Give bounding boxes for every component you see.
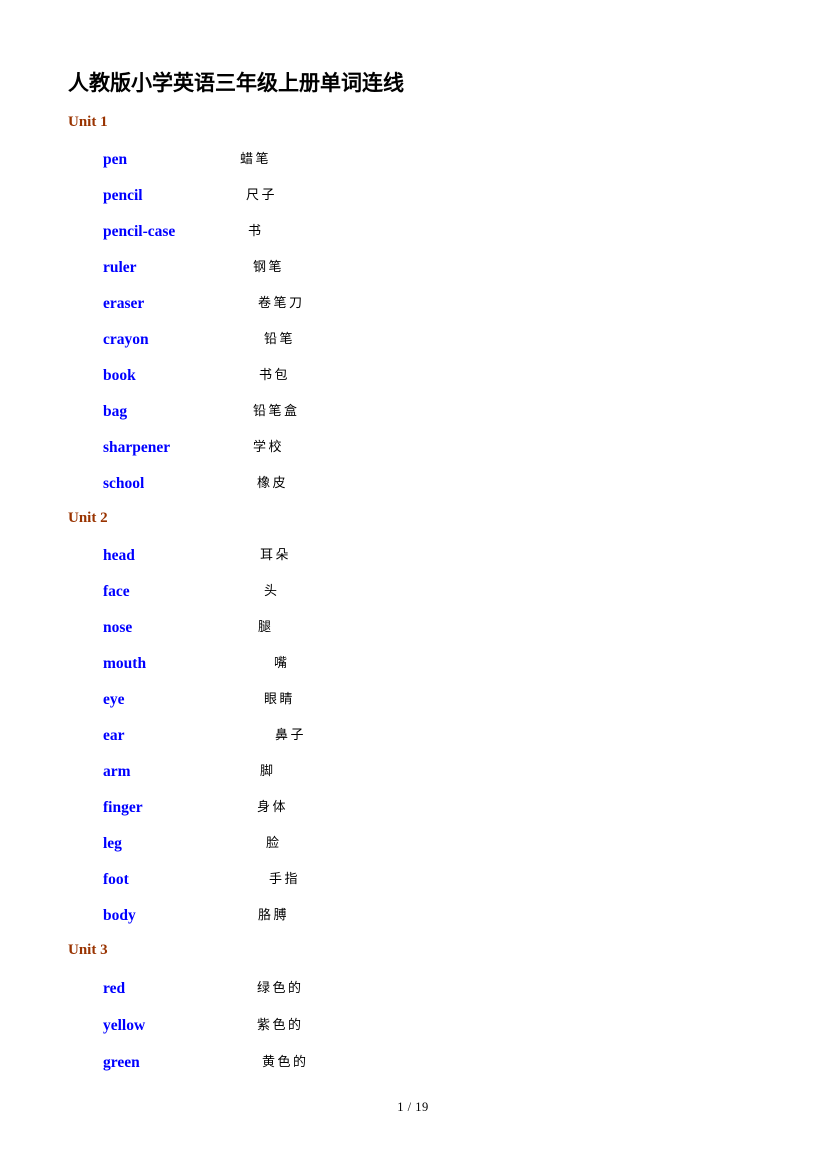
- english-word[interactable]: yellow: [103, 1007, 145, 1044]
- english-word[interactable]: arm: [103, 754, 131, 790]
- word-pair-row: mouth 嘴: [68, 646, 758, 682]
- unit-block: Unit 2 head 耳朵 face 头 nose 腿 mouth 嘴 eye 眼睛 ear 鼻子 ar…: [68, 508, 758, 934]
- word-list: head 耳朵 face 头 nose 腿 mouth 嘴 eye 眼睛 ear 鼻子 arm 脚 fing…: [68, 538, 758, 934]
- english-word[interactable]: eye: [103, 682, 125, 718]
- word-pair-row: ruler 钢笔: [68, 250, 758, 286]
- word-pair-row: red 绿色的: [68, 970, 758, 1007]
- chinese-word[interactable]: 书: [248, 214, 264, 250]
- chinese-word[interactable]: 铅笔: [264, 322, 295, 358]
- chinese-word[interactable]: 卷笔刀: [258, 286, 305, 322]
- word-pair-row: bag 铅笔盒: [68, 394, 758, 430]
- word-pair-row: face 头: [68, 574, 758, 610]
- word-list: red 绿色的 yellow 紫色的 green 黄色的: [68, 970, 758, 1081]
- word-pair-row: finger 身体: [68, 790, 758, 826]
- english-word[interactable]: ruler: [103, 250, 137, 286]
- chinese-word[interactable]: 蜡笔: [240, 142, 271, 178]
- word-list: pen 蜡笔 pencil 尺子 pencil-case 书 ruler 钢笔 eraser 卷笔…: [68, 142, 758, 502]
- chinese-word[interactable]: 手指: [269, 862, 300, 898]
- chinese-word[interactable]: 鼻子: [275, 718, 306, 754]
- english-word[interactable]: pen: [103, 142, 127, 178]
- english-word[interactable]: sharpener: [103, 430, 170, 466]
- word-pair-row: nose 腿: [68, 610, 758, 646]
- english-word[interactable]: finger: [103, 790, 143, 826]
- word-pair-row: leg 脸: [68, 826, 758, 862]
- chinese-word[interactable]: 紫色的: [257, 1007, 304, 1044]
- word-pair-row: yellow 紫色的: [68, 1007, 758, 1044]
- english-word[interactable]: foot: [103, 862, 129, 898]
- chinese-word[interactable]: 身体: [257, 790, 288, 826]
- chinese-word[interactable]: 黄色的: [262, 1044, 309, 1081]
- english-word[interactable]: mouth: [103, 646, 146, 682]
- units-container: Unit 1 pen 蜡笔 pencil 尺子 pencil-case 书 ruler 钢笔 er…: [68, 112, 758, 1081]
- page-title: 人教版小学英语三年级上册单词连线: [68, 72, 404, 95]
- unit-block: Unit 3 red 绿色的 yellow 紫色的 green 黄色的: [68, 940, 758, 1081]
- english-word[interactable]: eraser: [103, 286, 144, 322]
- document-page: 人教版小学英语三年级上册单词连线 Unit 1 pen 蜡笔 pencil 尺子 penc…: [0, 0, 826, 1169]
- chinese-word[interactable]: 腿: [258, 610, 274, 646]
- word-pair-row: school 橡皮: [68, 466, 758, 502]
- english-word[interactable]: leg: [103, 826, 122, 862]
- word-pair-row: pen 蜡笔: [68, 142, 758, 178]
- english-word[interactable]: body: [103, 898, 136, 934]
- english-word[interactable]: school: [103, 466, 144, 502]
- chinese-word[interactable]: 嘴: [274, 646, 290, 682]
- chinese-word[interactable]: 学校: [253, 430, 284, 466]
- chinese-word[interactable]: 尺子: [246, 178, 277, 214]
- chinese-word[interactable]: 书包: [259, 358, 290, 394]
- english-word[interactable]: red: [103, 970, 125, 1007]
- english-word[interactable]: face: [103, 574, 130, 610]
- word-pair-row: foot 手指: [68, 862, 758, 898]
- chinese-word[interactable]: 头: [264, 574, 280, 610]
- word-pair-row: pencil 尺子: [68, 178, 758, 214]
- chinese-word[interactable]: 耳朵: [260, 538, 291, 574]
- chinese-word[interactable]: 铅笔盒: [253, 394, 300, 430]
- chinese-word[interactable]: 脚: [260, 754, 276, 790]
- word-pair-row: eye 眼睛: [68, 682, 758, 718]
- word-pair-row: eraser 卷笔刀: [68, 286, 758, 322]
- chinese-word[interactable]: 橡皮: [257, 466, 288, 502]
- page-number-text: 1 / 19: [397, 1100, 429, 1114]
- word-pair-row: body 胳膊: [68, 898, 758, 934]
- word-pair-row: pencil-case 书: [68, 214, 758, 250]
- english-word[interactable]: nose: [103, 610, 132, 646]
- word-pair-row: head 耳朵: [68, 538, 758, 574]
- unit-heading: Unit 3: [68, 942, 108, 958]
- page-footer: 1 / 19: [0, 1100, 826, 1115]
- word-pair-row: sharpener 学校: [68, 430, 758, 466]
- english-word[interactable]: pencil: [103, 178, 143, 214]
- chinese-word[interactable]: 胳膊: [258, 898, 289, 934]
- english-word[interactable]: green: [103, 1044, 140, 1081]
- english-word[interactable]: pencil-case: [103, 214, 175, 250]
- english-word[interactable]: crayon: [103, 322, 149, 358]
- chinese-word[interactable]: 脸: [266, 826, 282, 862]
- document-content: 人教版小学英语三年级上册单词连线 Unit 1 pen 蜡笔 pencil 尺子 penc…: [68, 70, 758, 1087]
- english-word[interactable]: book: [103, 358, 136, 394]
- english-word[interactable]: bag: [103, 394, 127, 430]
- chinese-word[interactable]: 绿色的: [257, 970, 304, 1007]
- unit-heading: Unit 1: [68, 114, 108, 130]
- word-pair-row: green 黄色的: [68, 1044, 758, 1081]
- word-pair-row: ear 鼻子: [68, 718, 758, 754]
- chinese-word[interactable]: 眼睛: [264, 682, 295, 718]
- english-word[interactable]: ear: [103, 718, 125, 754]
- word-pair-row: book 书包: [68, 358, 758, 394]
- word-pair-row: arm 脚: [68, 754, 758, 790]
- english-word[interactable]: head: [103, 538, 135, 574]
- chinese-word[interactable]: 钢笔: [253, 250, 284, 286]
- word-pair-row: crayon 铅笔: [68, 322, 758, 358]
- unit-heading: Unit 2: [68, 510, 108, 526]
- unit-block: Unit 1 pen 蜡笔 pencil 尺子 pencil-case 书 ruler 钢笔 er…: [68, 112, 758, 502]
